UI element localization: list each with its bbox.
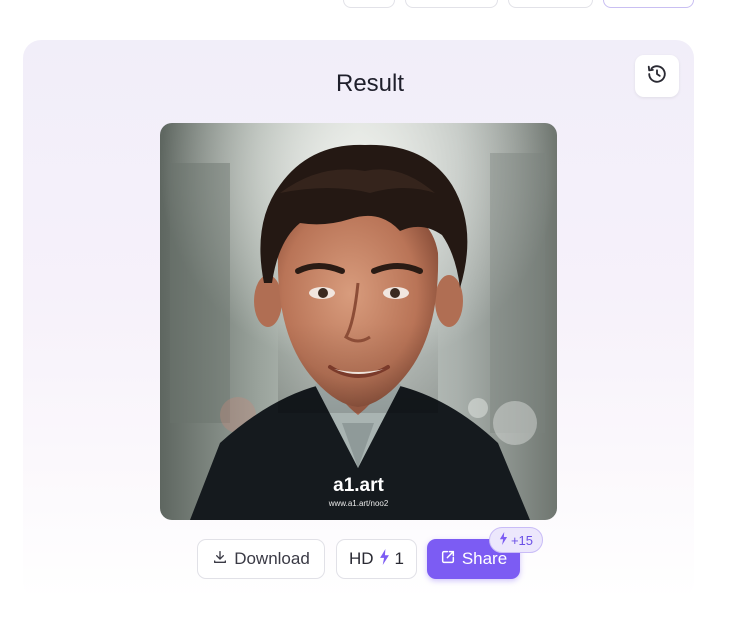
toolbar-button[interactable] xyxy=(508,0,593,8)
share-bonus-badge: +15 xyxy=(489,527,543,553)
download-label: Download xyxy=(234,549,310,568)
download-icon xyxy=(212,549,228,570)
history-button[interactable] xyxy=(635,55,679,97)
share-bonus-value: +15 xyxy=(510,532,534,548)
toolbar-button[interactable] xyxy=(343,0,395,8)
portrait-illustration xyxy=(160,123,557,520)
lightning-icon xyxy=(379,548,390,570)
download-button[interactable]: Download xyxy=(197,539,325,579)
toolbar-button-active[interactable] xyxy=(603,0,694,8)
lightning-icon xyxy=(499,532,508,548)
hd-button[interactable]: HD 1 xyxy=(336,539,417,579)
hd-cost: 1 xyxy=(394,549,405,568)
result-title: Result xyxy=(335,70,405,97)
watermark-logo: a1.art xyxy=(333,475,384,496)
history-icon xyxy=(646,63,668,90)
hd-label: HD xyxy=(348,549,374,568)
toolbar-button[interactable] xyxy=(405,0,498,8)
top-toolbar xyxy=(0,0,740,8)
watermark-url: www.a1.art/noo2 xyxy=(328,499,389,508)
result-image[interactable]: a1.art www.a1.art/noo2 xyxy=(160,123,557,520)
share-icon xyxy=(440,549,456,570)
